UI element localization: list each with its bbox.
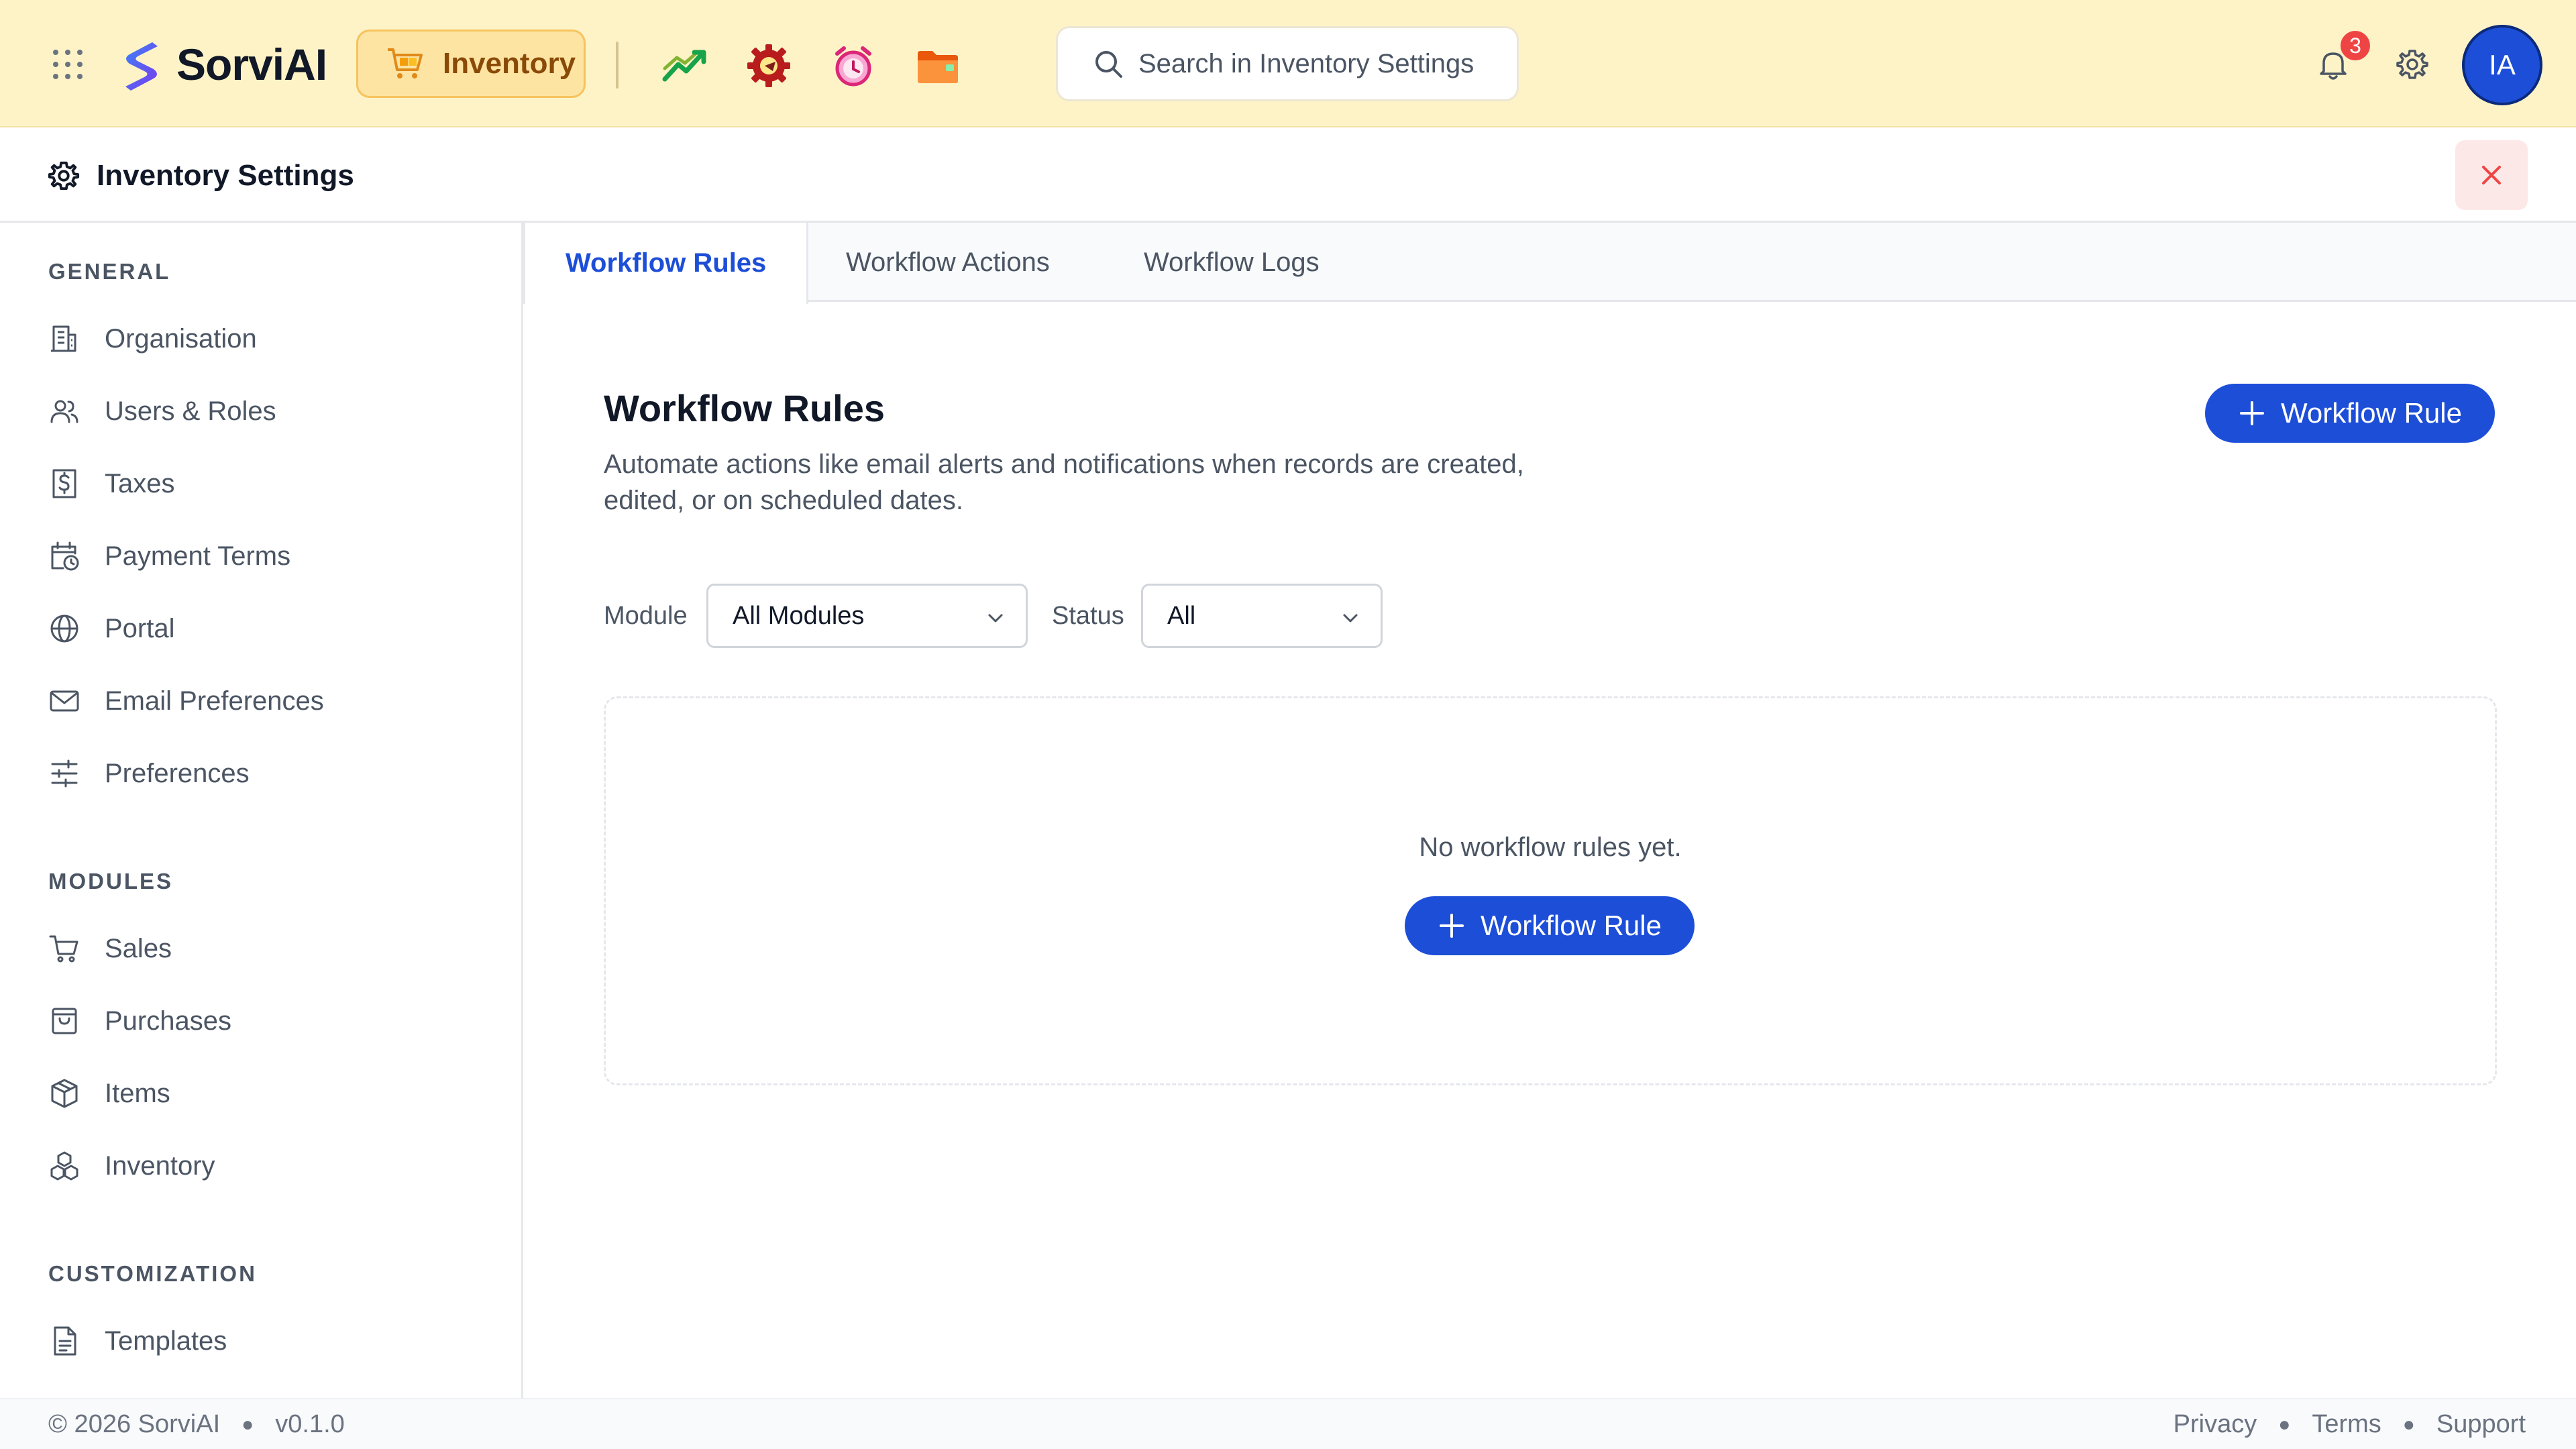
settings-sidebar: GENERAL Organisation Users & Roles Taxes… bbox=[0, 223, 523, 1398]
settings-gear-icon bbox=[47, 159, 80, 193]
sidebar-item-label: Templates bbox=[105, 1326, 227, 1356]
close-button[interactable] bbox=[2455, 140, 2528, 210]
sidebar-item-templates[interactable]: Templates bbox=[48, 1318, 504, 1364]
tab-workflow-rules[interactable]: Workflow Rules bbox=[523, 223, 809, 304]
module-select-value: All Modules bbox=[733, 601, 865, 630]
folder-app-icon[interactable] bbox=[914, 42, 962, 90]
settings-gear-icon[interactable] bbox=[2395, 47, 2430, 82]
section-title: Workflow Rules bbox=[604, 387, 885, 429]
plus-icon bbox=[2240, 401, 2265, 425]
footer-separator: ● bbox=[2402, 1413, 2415, 1436]
sidebar-item-sales[interactable]: Sales bbox=[48, 925, 504, 972]
footer-copyright: © 2026 SorviAI bbox=[48, 1410, 221, 1438]
sidebar-item-label: Sales bbox=[105, 933, 172, 963]
footer-link-terms[interactable]: Terms bbox=[2312, 1410, 2381, 1439]
top-bar: SorviAI Inventory Search in Inventory Se… bbox=[0, 0, 2576, 127]
footer-separator: ● bbox=[241, 1413, 254, 1436]
chevron-down-icon bbox=[1343, 614, 1358, 623]
sidebar-section-modules: MODULES bbox=[48, 869, 173, 894]
user-avatar[interactable]: IA bbox=[2462, 25, 2542, 105]
sidebar-item-label: Payment Terms bbox=[105, 541, 291, 571]
shopping-bag-icon bbox=[52, 1008, 77, 1034]
sidebar-section-customization: CUSTOMIZATION bbox=[48, 1261, 257, 1286]
app-launcher-icon[interactable] bbox=[50, 47, 85, 82]
document-icon bbox=[54, 1326, 76, 1356]
sidebar-item-portal[interactable]: Portal bbox=[48, 605, 504, 652]
sidebar-item-label: Inventory bbox=[105, 1150, 215, 1181]
workflow-tabs: Workflow Rules Workflow Actions Workflow… bbox=[523, 223, 2576, 304]
footer-separator: ● bbox=[2278, 1413, 2291, 1436]
topbar-divider bbox=[616, 42, 619, 89]
search-bar[interactable] bbox=[1056, 26, 1519, 101]
footer: © 2026 SorviAI ● v0.1.0 Privacy ● Terms … bbox=[0, 1398, 2576, 1449]
current-app-chip[interactable]: Inventory bbox=[356, 30, 586, 98]
footer-link-support[interactable]: Support bbox=[2436, 1410, 2526, 1439]
sidebar-item-label: Portal bbox=[105, 613, 175, 643]
status-select[interactable]: All bbox=[1141, 584, 1383, 648]
sidebar-item-preferences[interactable]: Preferences bbox=[48, 750, 504, 797]
page-title: Inventory Settings bbox=[97, 159, 354, 192]
current-app-label: Inventory bbox=[443, 47, 576, 80]
globe-icon bbox=[50, 614, 78, 643]
empty-state-message: No workflow rules yet. bbox=[1419, 833, 1682, 862]
footer-version: v0.1.0 bbox=[275, 1410, 345, 1438]
notification-count-badge: 3 bbox=[2339, 29, 2372, 62]
module-filter-label: Module bbox=[604, 602, 688, 630]
sidebar-section-general: GENERAL bbox=[48, 259, 171, 284]
sidebar-item-taxes[interactable]: Taxes bbox=[48, 460, 504, 507]
boxes-icon bbox=[50, 1151, 78, 1181]
add-workflow-rule-label: Workflow Rule bbox=[2281, 397, 2462, 429]
sidebar-item-label: Purchases bbox=[105, 1006, 231, 1036]
service-gear-icon[interactable] bbox=[745, 42, 793, 90]
brand-name: SorviAI bbox=[176, 40, 327, 89]
sidebar-item-label: Users & Roles bbox=[105, 396, 276, 426]
sidebar-item-label: Taxes bbox=[105, 468, 175, 498]
sidebar-item-label: Preferences bbox=[105, 758, 250, 788]
empty-state-button-label: Workflow Rule bbox=[1481, 910, 1662, 941]
calendar-clock-icon bbox=[51, 541, 79, 571]
search-input[interactable] bbox=[1138, 48, 1514, 79]
sidebar-item-label: Organisation bbox=[105, 323, 257, 354]
brand-logo[interactable]: SorviAI bbox=[111, 32, 327, 97]
sidebar-item-email-preferences[interactable]: Email Preferences bbox=[48, 678, 504, 724]
sliders-icon bbox=[51, 759, 78, 788]
add-workflow-rule-button[interactable]: Workflow Rule bbox=[2205, 384, 2495, 443]
sidebar-item-label: Items bbox=[105, 1078, 170, 1108]
empty-state-add-rule-button[interactable]: Workflow Rule bbox=[1405, 896, 1695, 955]
dollar-receipt-icon bbox=[52, 469, 76, 498]
close-icon bbox=[2482, 166, 2501, 184]
tab-workflow-logs[interactable]: Workflow Logs bbox=[1144, 223, 1320, 302]
building-icon bbox=[51, 325, 76, 352]
sidebar-item-organisation[interactable]: Organisation bbox=[48, 315, 504, 362]
section-description: Automate actions like email alerts and n… bbox=[604, 449, 1524, 515]
module-select[interactable]: All Modules bbox=[706, 584, 1028, 648]
status-select-value: All bbox=[1167, 601, 1196, 630]
inventory-cart-icon bbox=[388, 48, 423, 78]
box-icon bbox=[51, 1079, 78, 1108]
cart-icon bbox=[49, 935, 78, 963]
tab-workflow-actions[interactable]: Workflow Actions bbox=[846, 223, 1050, 302]
sidebar-item-payment-terms[interactable]: Payment Terms bbox=[48, 533, 504, 580]
sidebar-item-items[interactable]: Items bbox=[48, 1070, 504, 1117]
sales-trend-icon[interactable] bbox=[661, 42, 709, 90]
search-icon bbox=[1095, 51, 1122, 78]
sidebar-item-purchases[interactable]: Purchases bbox=[48, 998, 504, 1044]
brand-logo-icon bbox=[125, 42, 158, 91]
settings-header: Inventory Settings bbox=[0, 129, 2576, 223]
status-filter-label: Status bbox=[1052, 602, 1124, 630]
footer-link-privacy[interactable]: Privacy bbox=[2174, 1410, 2257, 1439]
mail-icon bbox=[50, 690, 79, 712]
sidebar-item-label: Email Preferences bbox=[105, 686, 324, 716]
sidebar-item-inventory[interactable]: Inventory bbox=[48, 1142, 504, 1189]
users-icon bbox=[50, 400, 78, 423]
alarm-clock-icon[interactable] bbox=[829, 42, 877, 90]
empty-state-panel: No workflow rules yet. Workflow Rule bbox=[604, 696, 2497, 1085]
plus-icon bbox=[1440, 914, 1464, 938]
sidebar-item-users-roles[interactable]: Users & Roles bbox=[48, 388, 504, 435]
chevron-down-icon bbox=[988, 614, 1003, 623]
